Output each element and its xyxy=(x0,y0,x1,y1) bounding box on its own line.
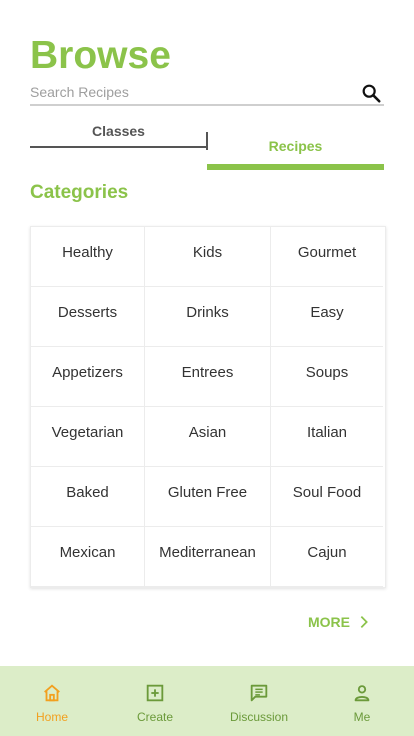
page-title: Browse xyxy=(30,34,171,77)
category-gluten-free[interactable]: Gluten Free xyxy=(145,467,271,527)
nav-create-label: Create xyxy=(136,710,174,724)
category-easy[interactable]: Easy xyxy=(271,287,383,347)
nav-me[interactable]: Me xyxy=(317,680,407,724)
category-healthy[interactable]: Healthy xyxy=(31,227,145,287)
category-italian[interactable]: Italian xyxy=(271,407,383,467)
category-drinks[interactable]: Drinks xyxy=(145,287,271,347)
person-icon xyxy=(354,685,370,702)
add-box-icon xyxy=(146,684,164,702)
home-icon xyxy=(44,684,60,702)
category-vegetarian[interactable]: Vegetarian xyxy=(31,407,145,467)
category-mexican[interactable]: Mexican xyxy=(31,527,145,587)
category-gourmet[interactable]: Gourmet xyxy=(271,227,383,287)
category-desserts[interactable]: Desserts xyxy=(31,287,145,347)
category-asian[interactable]: Asian xyxy=(145,407,271,467)
more-label: MORE xyxy=(308,614,350,630)
tab-bar: Classes Recipes xyxy=(30,118,384,170)
more-button[interactable]: MORE xyxy=(308,611,372,633)
tab-recipes[interactable]: Recipes xyxy=(206,132,384,170)
category-appetizers[interactable]: Appetizers xyxy=(31,347,145,407)
nav-create[interactable]: Create xyxy=(110,680,200,724)
chat-icon xyxy=(250,684,268,702)
category-soups[interactable]: Soups xyxy=(271,347,383,407)
nav-discussion[interactable]: Discussion xyxy=(214,680,304,724)
bottom-navigation: Home Create Discussion Me xyxy=(0,666,414,736)
search-icon[interactable] xyxy=(360,82,382,104)
nav-home[interactable]: Home xyxy=(7,680,97,724)
chevron-right-icon xyxy=(360,616,368,628)
categories-heading: Categories xyxy=(30,182,129,203)
tab-classes[interactable]: Classes xyxy=(30,118,207,148)
nav-home-label: Home xyxy=(35,710,68,724)
nav-discussion-label: Discussion xyxy=(229,710,289,724)
category-kids[interactable]: Kids xyxy=(145,227,271,287)
category-entrees[interactable]: Entrees xyxy=(145,347,271,407)
search-bar xyxy=(30,80,384,106)
categories-grid: Healthy Kids Gourmet Desserts Drinks Eas… xyxy=(30,226,386,588)
search-input[interactable] xyxy=(30,82,350,102)
category-mediterranean[interactable]: Mediterranean xyxy=(145,527,271,587)
nav-me-label: Me xyxy=(353,710,371,724)
category-soul-food[interactable]: Soul Food xyxy=(271,467,383,527)
category-cajun[interactable]: Cajun xyxy=(271,527,383,587)
category-baked[interactable]: Baked xyxy=(31,467,145,527)
